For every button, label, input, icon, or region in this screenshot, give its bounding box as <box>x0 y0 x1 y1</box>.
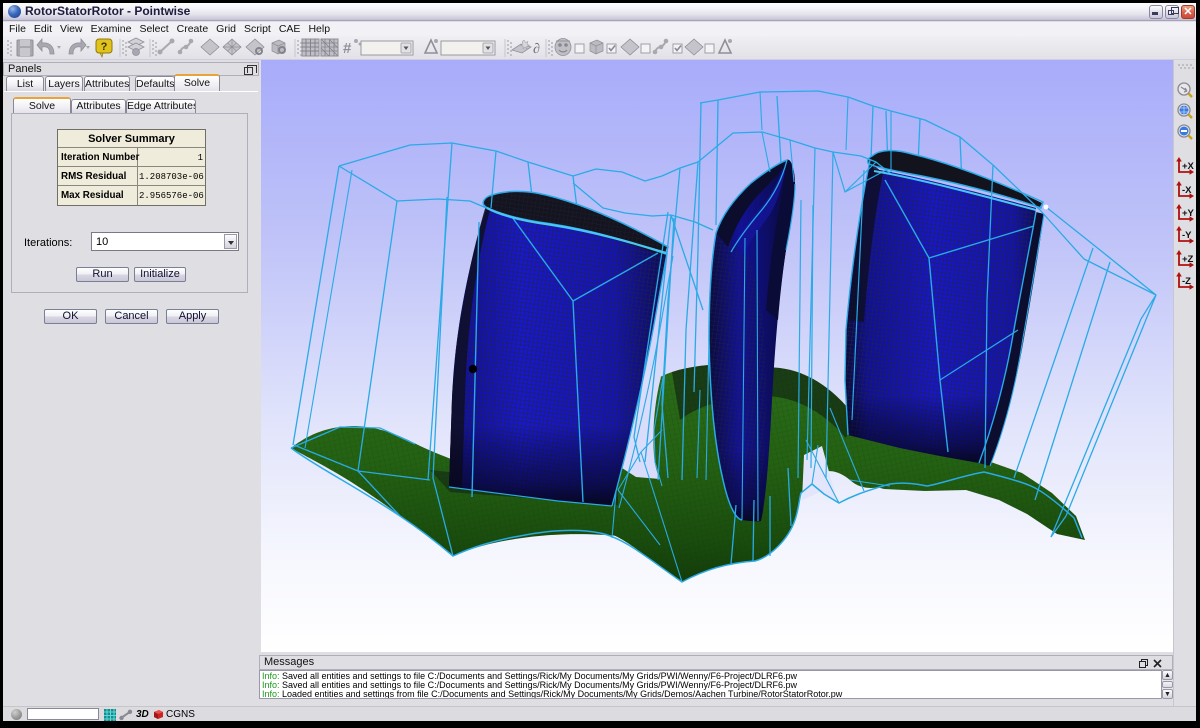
svg-text:+Z: +Z <box>1182 254 1194 265</box>
svg-text:∂: ∂ <box>533 42 540 57</box>
svg-text:?: ? <box>101 41 108 53</box>
svg-text:+Y: +Y <box>1182 208 1195 219</box>
svg-text:+X: +X <box>1182 161 1195 172</box>
svg-text:-Y: -Y <box>1182 230 1192 241</box>
svg-text:-Z: -Z <box>1182 276 1191 287</box>
svg-text:-X: -X <box>1182 185 1192 196</box>
svg-text:#: # <box>343 40 352 57</box>
